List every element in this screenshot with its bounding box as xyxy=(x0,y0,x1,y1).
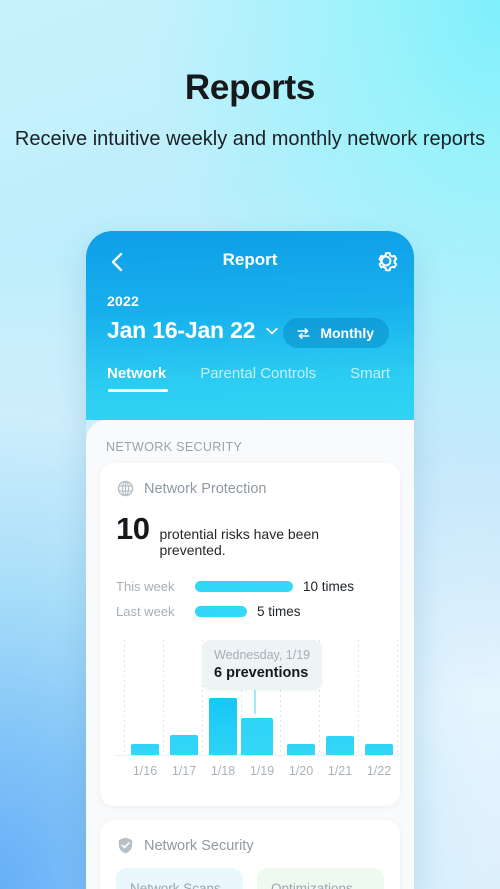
chart-gridline xyxy=(124,640,125,756)
network-security-card-header: Network Security xyxy=(116,836,384,855)
year-label: 2022 xyxy=(107,293,139,309)
chart-bar[interactable] xyxy=(365,744,393,755)
chart-gridline xyxy=(358,640,359,756)
tooltip-value: 6 preventions xyxy=(214,665,309,681)
gear-icon xyxy=(378,252,398,272)
tab-bar: Network Parental Controls Smart xyxy=(86,365,414,415)
chart-plot-area: Wednesday, 1/19 6 preventions xyxy=(116,640,398,756)
chart-tooltip: Wednesday, 1/19 6 preventions xyxy=(202,640,323,690)
headline-block: Reports Receive intuitive weekly and mon… xyxy=(0,66,500,154)
comparison-bar-this-week xyxy=(195,581,293,592)
metric-optimizations[interactable]: Optimizations 5 xyxy=(257,868,384,889)
comparison-row-this-week: This week 10 times xyxy=(116,574,384,599)
page-subtitle: Receive intuitive weekly and monthly net… xyxy=(14,128,486,150)
comparison-row-last-week: Last week 5 times xyxy=(116,599,384,624)
network-security-title: Network Security xyxy=(144,837,254,854)
chart-bar[interactable] xyxy=(287,744,315,755)
comparison-label-last-week: Last week xyxy=(116,604,175,619)
tab-parental-controls[interactable]: Parental Controls xyxy=(200,365,316,393)
comparison-bar-last-week xyxy=(195,606,247,617)
page-title: Reports xyxy=(184,68,316,107)
chart-bar[interactable] xyxy=(326,736,354,755)
chart-x-axis-labels: 1/16 1/17 1/18 1/19 1/20 1/21 1/22 xyxy=(116,764,391,784)
chart-x-label: 1/19 xyxy=(249,764,275,778)
chevron-down-icon xyxy=(266,327,278,334)
content-sheet: NETWORK SECURITY Network Protection 10 p… xyxy=(86,420,414,889)
period-toggle-label: Monthly xyxy=(320,325,374,341)
chart-x-label: 1/21 xyxy=(327,764,353,778)
chart-baseline xyxy=(116,755,384,756)
tab-network-label: Network xyxy=(107,365,167,382)
metric-network-scans[interactable]: Network Scans 8 xyxy=(116,868,243,889)
tab-active-underline xyxy=(108,389,168,392)
security-metrics: Network Scans 8 Optimizations 5 xyxy=(116,868,384,889)
phone-mockup: Report 2022 Jan 16-Jan 22 Monthly Networ… xyxy=(86,231,414,889)
preventions-bar-chart: Wednesday, 1/19 6 preventions 1/16 1/17 … xyxy=(116,640,398,792)
protection-count: 10 xyxy=(116,511,150,546)
chart-bar[interactable] xyxy=(131,744,159,755)
protection-description: protential risks have been prevented. xyxy=(159,526,320,558)
comparison-label-this-week: This week xyxy=(116,579,175,594)
chart-x-label: 1/20 xyxy=(288,764,314,778)
section-label: NETWORK SECURITY xyxy=(106,440,243,454)
chart-bar[interactable] xyxy=(241,718,273,755)
network-security-card: Network Security Network Scans 8 Optimiz… xyxy=(100,820,400,889)
date-range-selector[interactable]: Jan 16-Jan 22 xyxy=(107,317,280,344)
chart-bar[interactable] xyxy=(170,735,198,755)
chart-x-label: 1/17 xyxy=(171,764,197,778)
network-protection-title: Network Protection xyxy=(144,480,267,497)
tab-smart[interactable]: Smart xyxy=(350,365,390,393)
nav-title: Report xyxy=(222,250,278,269)
chart-x-label: 1/18 xyxy=(210,764,236,778)
tab-smart-label: Smart xyxy=(350,365,391,382)
swap-arrows-icon xyxy=(297,327,310,339)
comparison-value-this-week: 10 times xyxy=(303,579,355,594)
nav-bar: Report xyxy=(86,231,414,293)
app-header: Report 2022 Jan 16-Jan 22 Monthly Networ… xyxy=(86,231,414,420)
globe-icon xyxy=(117,480,134,497)
network-protection-card-header: Network Protection xyxy=(116,479,384,498)
metric-optimizations-label: Optimizations xyxy=(271,881,353,889)
protection-stat: 10 protential risks have been prevented. xyxy=(116,511,384,558)
comparison-list: This week 10 times Last week 5 times xyxy=(116,574,384,624)
chart-x-label: 1/16 xyxy=(132,764,158,778)
shield-check-icon xyxy=(118,837,133,854)
network-protection-card: Network Protection 10 protential risks h… xyxy=(100,463,400,806)
date-range-label: Jan 16-Jan 22 xyxy=(107,317,256,343)
chart-x-label: 1/22 xyxy=(366,764,392,778)
settings-button[interactable] xyxy=(372,247,400,275)
chart-gridline xyxy=(397,640,398,756)
range-row: Jan 16-Jan 22 Monthly xyxy=(107,317,400,351)
tab-parental-controls-label: Parental Controls xyxy=(200,365,317,382)
chart-bar[interactable] xyxy=(209,698,237,755)
tooltip-date: Wednesday, 1/19 xyxy=(214,648,311,662)
tab-network[interactable]: Network xyxy=(107,365,168,393)
chart-gridline xyxy=(163,640,164,756)
metric-network-scans-label: Network Scans xyxy=(130,881,221,889)
period-toggle-button[interactable]: Monthly xyxy=(283,318,389,348)
comparison-value-last-week: 5 times xyxy=(257,604,301,619)
